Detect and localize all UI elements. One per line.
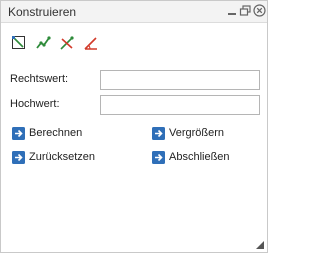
close-icon[interactable] (253, 4, 266, 17)
northing-input[interactable] (100, 95, 260, 115)
easting-input[interactable] (100, 70, 260, 90)
zoom-button[interactable]: Vergrößern (152, 125, 224, 141)
calculate-label: Berechnen (29, 127, 83, 139)
arrow-right-icon (152, 150, 165, 164)
restore-icon[interactable] (239, 4, 252, 17)
calculate-button[interactable]: Berechnen (12, 125, 82, 141)
zoom-label: Vergrößern (169, 127, 225, 139)
arrow-right-icon (12, 126, 25, 140)
polyline-tool-icon[interactable] (35, 35, 51, 51)
konstruieren-panel: Konstruieren Rechtswert: Hochwert: Berec… (0, 0, 268, 253)
resize-grip-icon[interactable] (256, 241, 264, 249)
intersection-tool-icon[interactable] (59, 35, 75, 51)
arrow-right-icon (152, 126, 165, 140)
easting-label: Rechtswert: (10, 73, 69, 85)
finish-label: Abschließen (169, 151, 230, 163)
reset-button[interactable]: Zurücksetzen (12, 149, 95, 165)
title-bar[interactable]: Konstruieren (1, 1, 267, 23)
angle-tool-icon[interactable] (83, 35, 99, 51)
draw-line-tool-icon[interactable] (11, 35, 27, 51)
arrow-right-icon (12, 150, 25, 164)
reset-label: Zurücksetzen (29, 151, 96, 163)
northing-label: Hochwert: (10, 98, 60, 110)
finish-button[interactable]: Abschließen (152, 149, 230, 165)
window-title: Konstruieren (8, 5, 77, 19)
minimize-icon[interactable] (226, 4, 239, 17)
